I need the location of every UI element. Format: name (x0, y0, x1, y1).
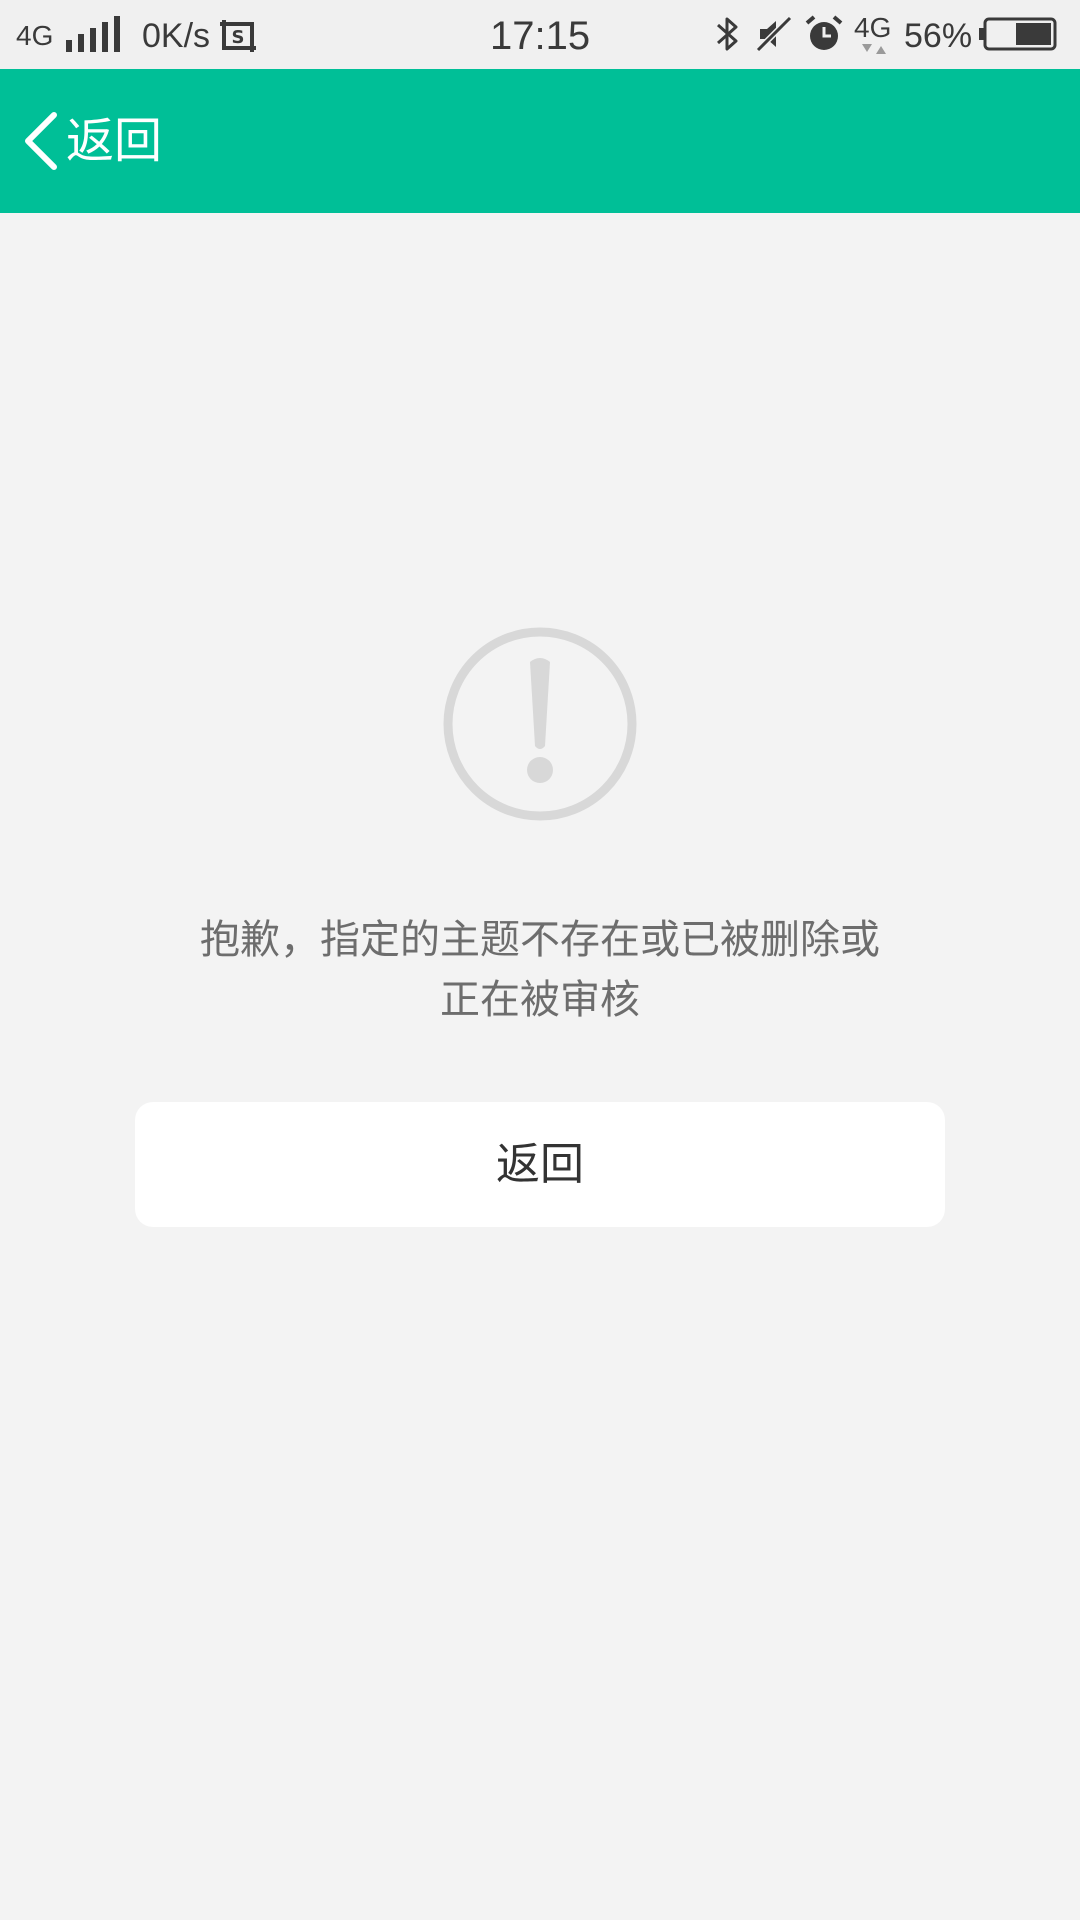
error-message-line-1: 抱歉，指定的主题不存在或已被删除或 (200, 917, 880, 963)
exclamation-circle-icon (443, 627, 637, 821)
network-speed: 0K/s (142, 17, 211, 55)
return-button[interactable]: 返回 (135, 1102, 945, 1227)
mute-icon (755, 15, 793, 57)
chevron-left-icon (25, 112, 57, 170)
screenshot-icon: S (218, 18, 258, 59)
back-button[interactable]: 返回 (18, 105, 178, 177)
back-label: 返回 (66, 113, 163, 169)
clock: 17:15 (490, 14, 591, 58)
signal-icon (64, 16, 120, 57)
bluetooth-icon (714, 14, 742, 59)
battery-icon (978, 17, 1058, 56)
network-type-left: 4G (16, 20, 54, 51)
svg-text:S: S (232, 27, 245, 48)
header-bar: 返回 (0, 69, 1080, 213)
alarm-icon (804, 14, 844, 59)
error-message-line-2: 正在被审核 (440, 977, 640, 1023)
data-activity-icon (860, 42, 888, 61)
return-button-label: 返回 (496, 1140, 584, 1189)
battery-percent: 56% (904, 17, 973, 55)
error-message: 抱歉，指定的主题不存在或已被删除或 正在被审核 (140, 910, 940, 1030)
status-bar: 4G 0K/s S 17:15 4G 56% (0, 0, 1080, 69)
